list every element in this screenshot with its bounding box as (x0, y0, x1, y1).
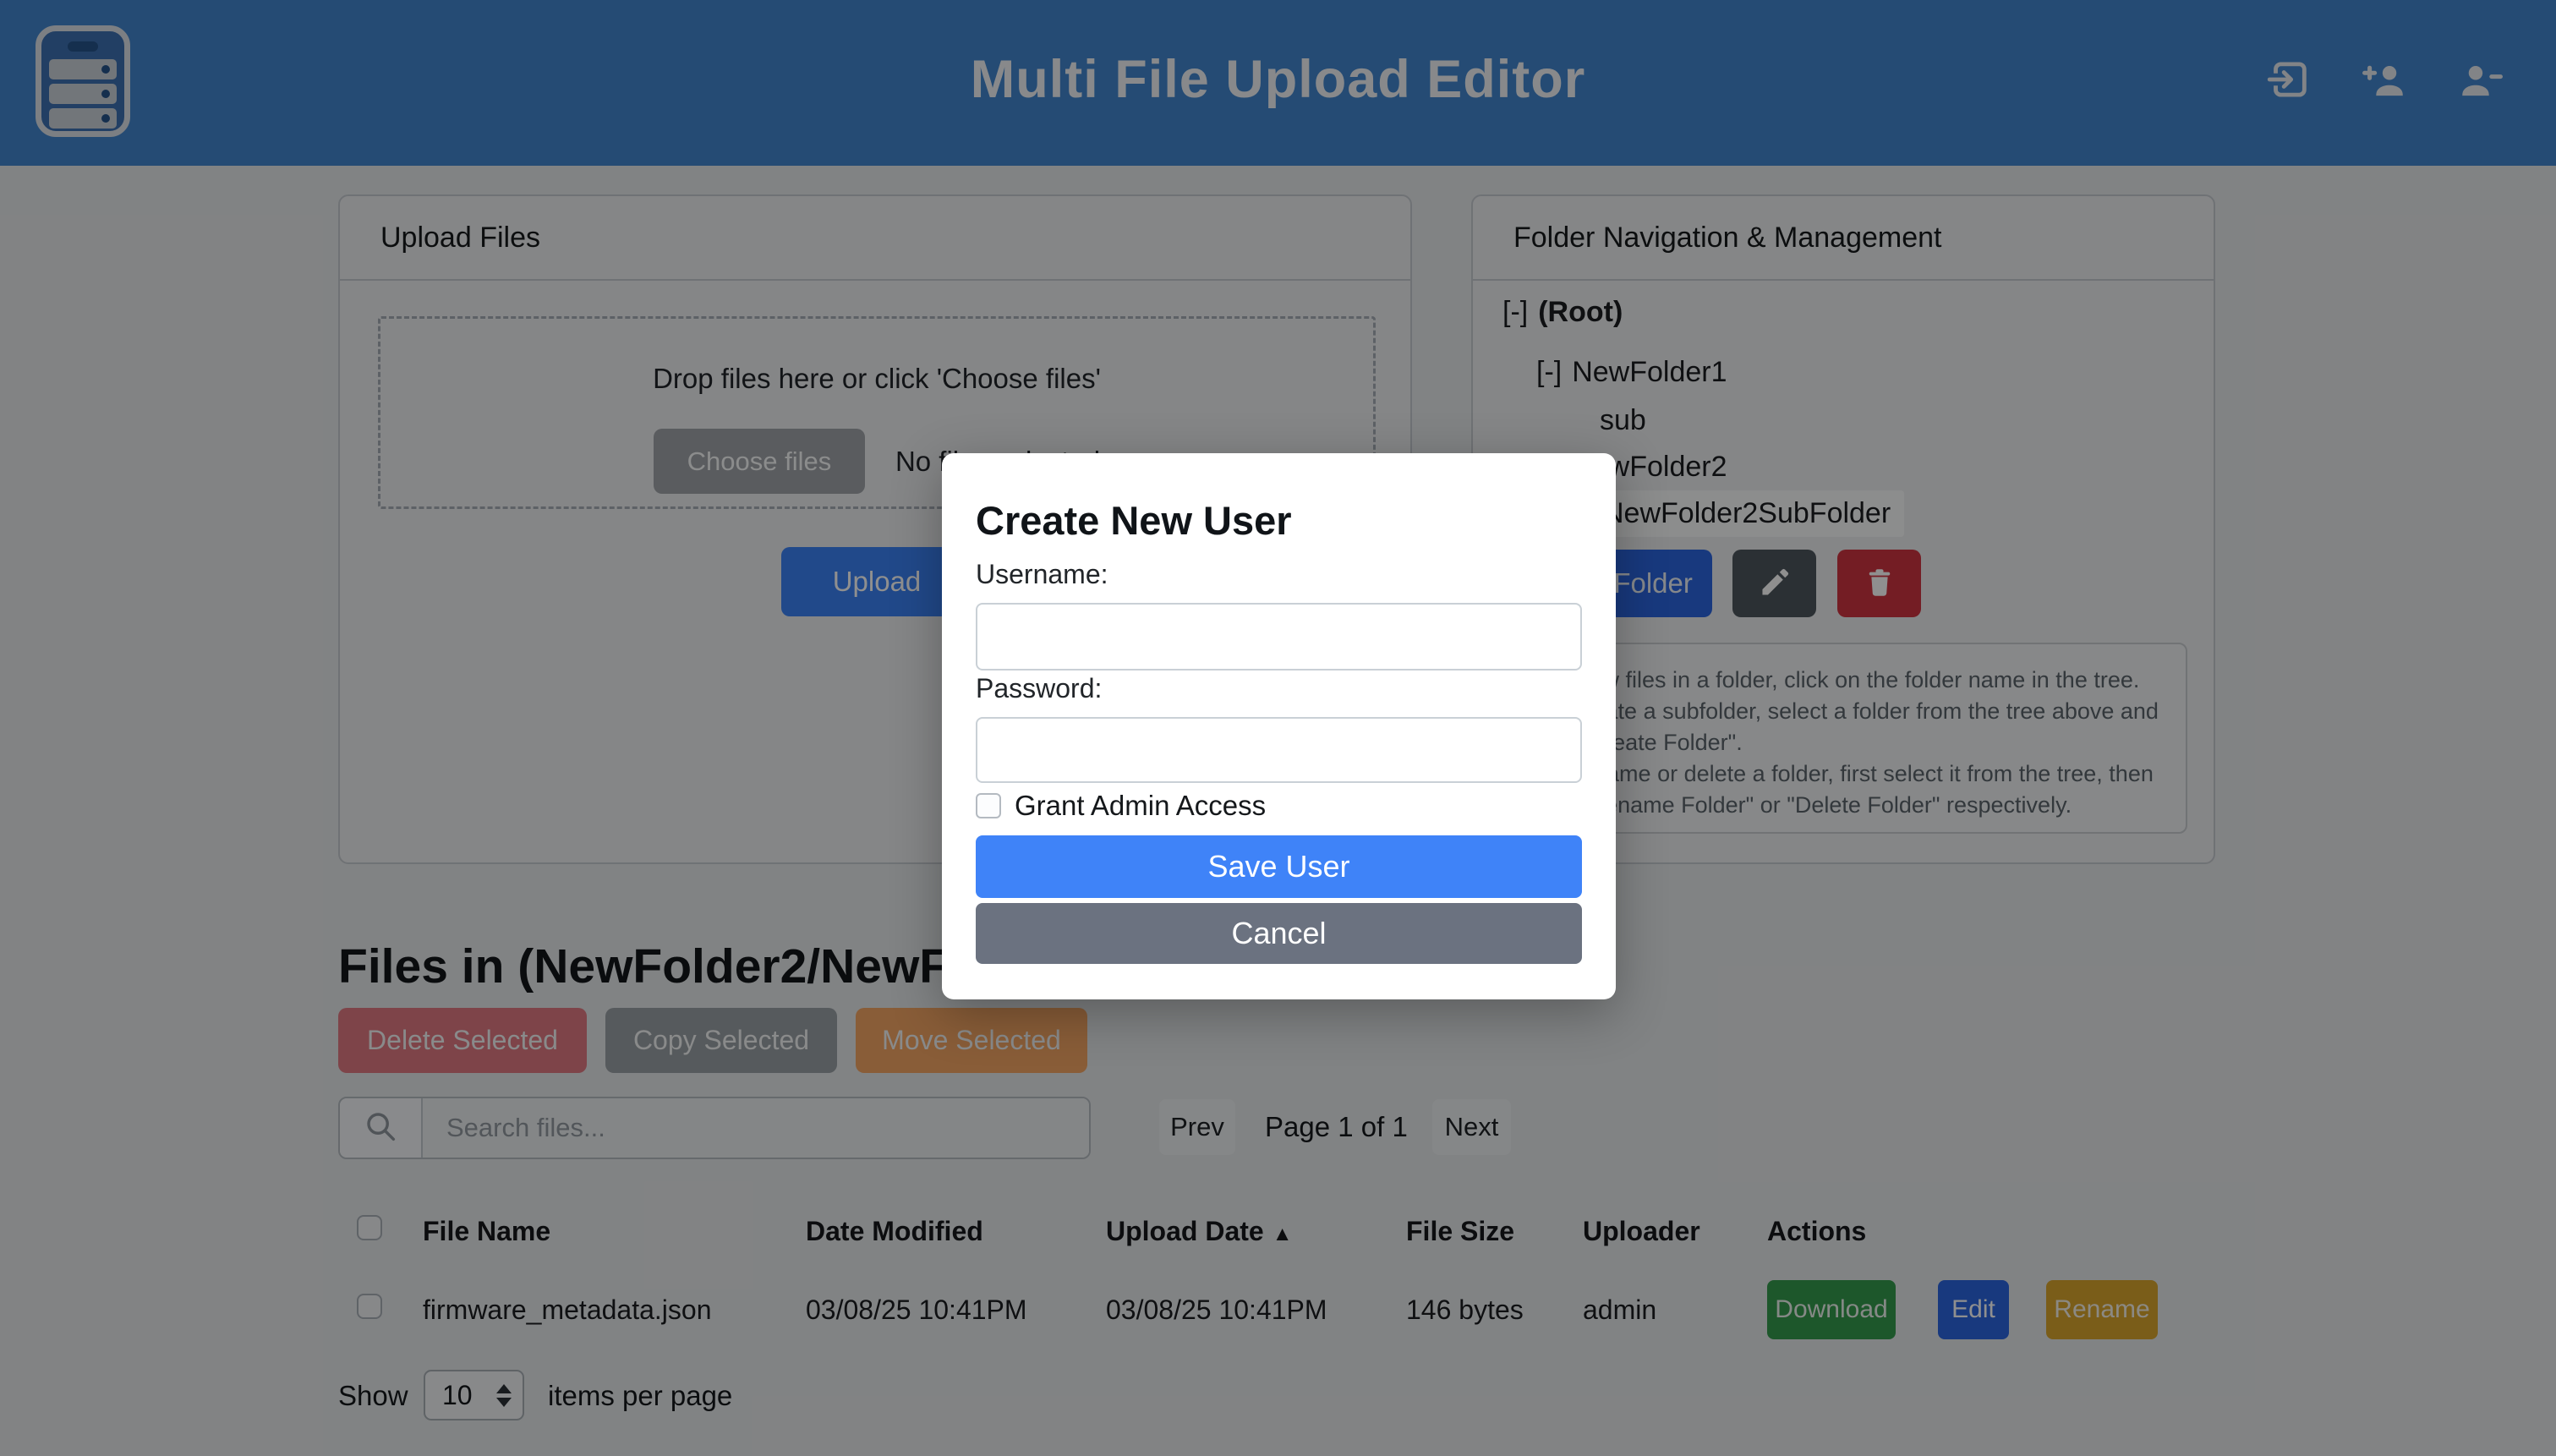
username-label: Username: (976, 559, 1108, 590)
grant-admin-row: Grant Admin Access (976, 790, 1266, 822)
save-user-button[interactable]: Save User (976, 835, 1582, 898)
grant-admin-label: Grant Admin Access (1015, 790, 1266, 822)
username-input[interactable] (976, 603, 1582, 671)
create-user-modal: Create New User Username: Password: Gran… (942, 453, 1616, 999)
cancel-button[interactable]: Cancel (976, 903, 1582, 964)
app: Multi File Upload Editor (0, 0, 2556, 1456)
password-label: Password: (976, 673, 1102, 704)
modal-title: Create New User (976, 497, 1292, 544)
grant-admin-checkbox[interactable] (976, 793, 1001, 818)
password-input[interactable] (976, 717, 1582, 783)
